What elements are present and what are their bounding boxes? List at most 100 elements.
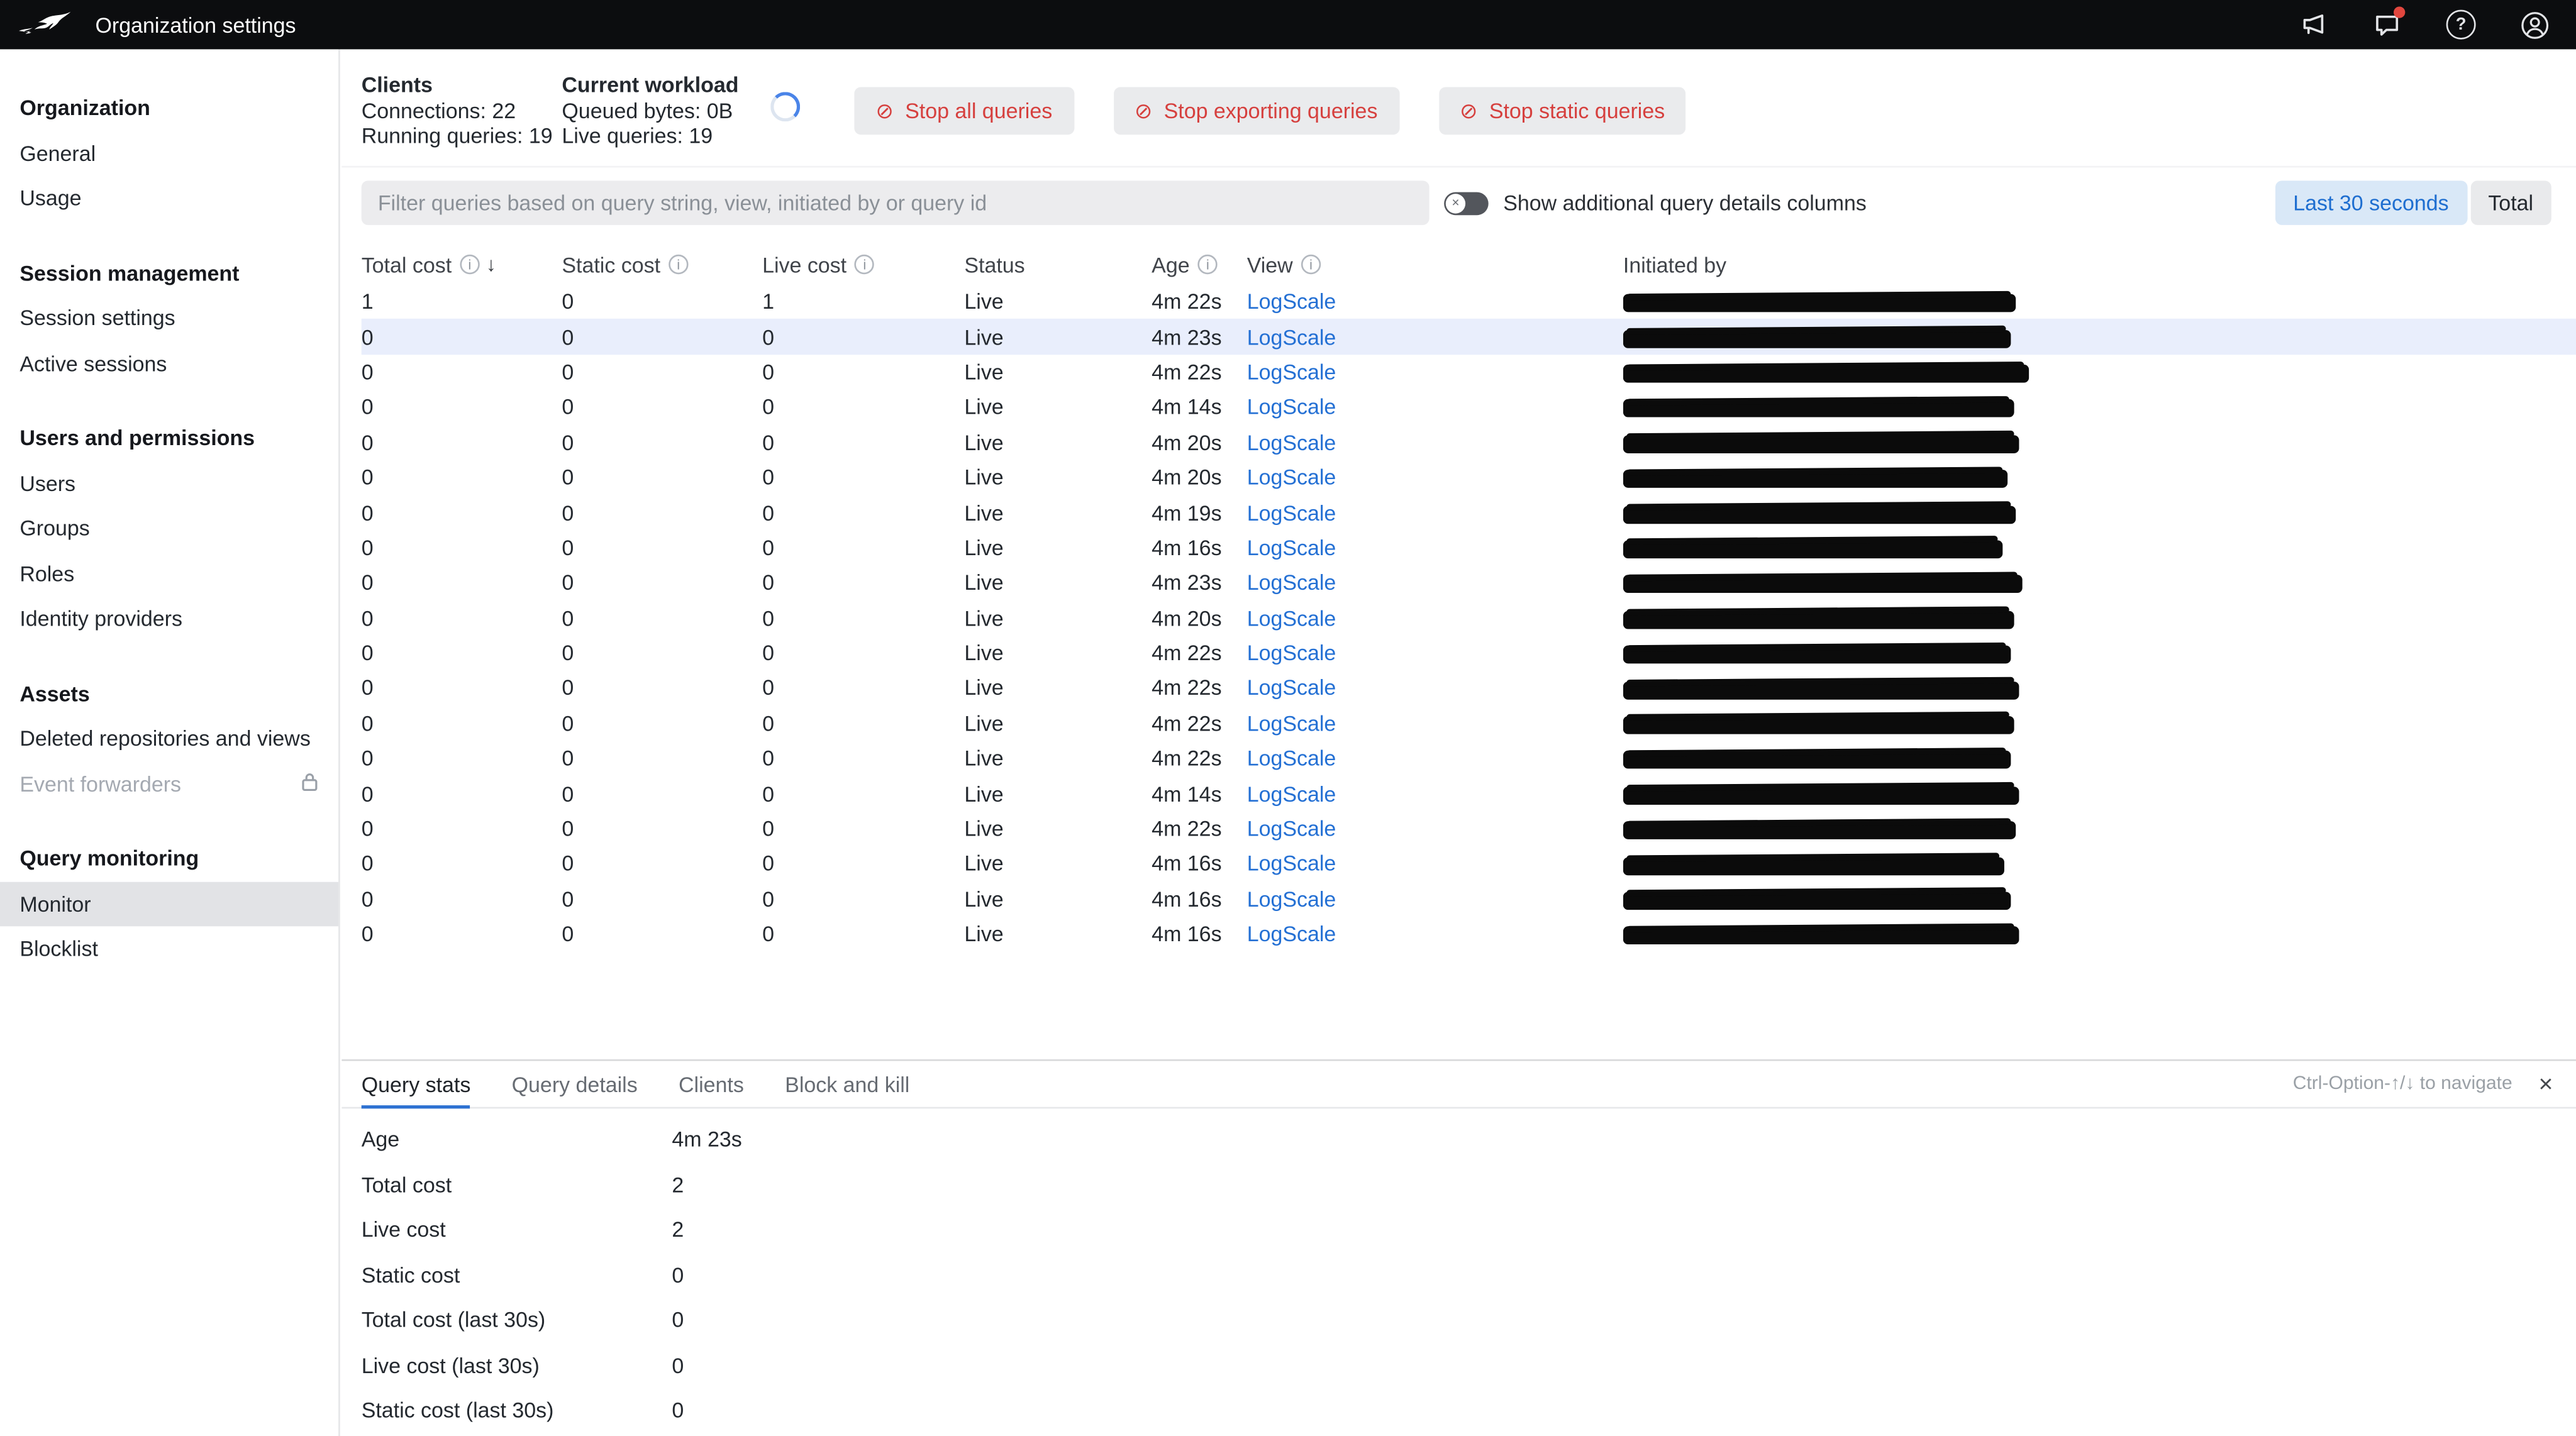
view-link[interactable]: LogScale — [1247, 500, 1336, 525]
crowdstrike-falcon-logo-icon[interactable] — [16, 8, 72, 41]
table-row[interactable]: 0 0 0 Live 4m 22s LogScale — [362, 811, 2576, 846]
query-controls: × Show additional query details columns … — [361, 180, 2551, 225]
sidebar-item-deleted-repositories[interactable]: Deleted repositories and views — [0, 716, 338, 761]
page-title: Organization settings — [95, 12, 296, 37]
view-link[interactable]: LogScale — [1247, 782, 1336, 806]
table-row[interactable]: 0 0 0 Live 4m 22s LogScale — [362, 671, 2576, 706]
view-link[interactable]: LogScale — [1247, 465, 1336, 490]
view-link[interactable]: LogScale — [1247, 535, 1336, 560]
tab-query-stats[interactable]: Query stats — [361, 1061, 472, 1109]
view-link[interactable]: LogScale — [1247, 289, 1336, 314]
stop-exporting-queries-button[interactable]: ⊘ Stop exporting queries — [1113, 87, 1399, 135]
table-row[interactable]: 0 0 0 Live 4m 22s LogScale — [362, 636, 2576, 671]
redacted-initiated-by — [1623, 821, 2016, 840]
view-link[interactable]: LogScale — [1247, 922, 1336, 946]
sidebar-item-active-sessions[interactable]: Active sessions — [0, 341, 338, 386]
query-table-body: 1 0 1 Live 4m 22s LogScale 0 0 0 Live 4m 23s LogSc… — [361, 284, 2576, 952]
view-link[interactable]: LogScale — [1247, 641, 1336, 665]
sidebar-section-users-permissions: Users and permissions — [19, 425, 255, 450]
view-link[interactable]: LogScale — [1247, 395, 1336, 419]
redacted-initiated-by — [1623, 786, 2019, 805]
col-header-static-cost[interactable]: Static cost i — [562, 252, 762, 277]
table-row[interactable]: 0 0 0 Live 4m 23s LogScale — [362, 565, 2576, 600]
query-filter-input[interactable] — [361, 180, 1430, 225]
stop-icon: ⊘ — [1460, 98, 1478, 123]
info-icon[interactable]: i — [1301, 254, 1321, 275]
info-icon[interactable]: i — [1197, 254, 1218, 275]
table-row[interactable]: 1 0 1 Live 4m 22s LogScale — [362, 284, 2576, 319]
view-link[interactable]: LogScale — [1247, 746, 1336, 771]
sidebar-section-assets: Assets — [19, 680, 90, 705]
close-icon[interactable]: × — [2539, 1071, 2553, 1096]
view-link[interactable]: LogScale — [1247, 676, 1336, 700]
sidebar-item-usage[interactable]: Usage — [0, 176, 338, 221]
table-row-selected[interactable]: 0 0 0 Live 4m 23s LogScale — [361, 319, 2576, 355]
announcements-megaphone-icon[interactable] — [2299, 10, 2328, 40]
table-row[interactable]: 0 0 0 Live 4m 20s LogScale — [362, 424, 2576, 460]
time-range-segmented-control: Last 30 seconds Total — [2275, 180, 2551, 225]
view-link[interactable]: LogScale — [1247, 851, 1336, 876]
sidebar-item-identity-providers[interactable]: Identity providers — [0, 596, 338, 641]
table-row[interactable]: 0 0 0 Live 4m 22s LogScale — [362, 355, 2576, 390]
help-icon[interactable]: ? — [2446, 9, 2476, 40]
queued-bytes: Queued bytes: 0B — [562, 97, 733, 123]
table-row[interactable]: 0 0 0 Live 4m 16s LogScale — [362, 530, 2576, 565]
clients-summary: Clients Connections: 22 Running queries:… — [362, 72, 562, 148]
redacted-initiated-by — [1623, 540, 2003, 559]
sidebar-item-general[interactable]: General — [0, 131, 338, 176]
table-row[interactable]: 0 0 0 Live 4m 20s LogScale — [362, 600, 2576, 636]
connections-count: Connections: 22 — [361, 97, 516, 123]
table-row[interactable]: 0 0 0 Live 4m 16s LogScale — [362, 881, 2576, 917]
redacted-initiated-by — [1623, 470, 2008, 489]
view-link[interactable]: LogScale — [1247, 360, 1336, 384]
view-link[interactable]: LogScale — [1247, 605, 1336, 630]
view-link[interactable]: LogScale — [1247, 886, 1336, 911]
sidebar-item-session-settings[interactable]: Session settings — [0, 295, 338, 341]
col-header-age[interactable]: Age i — [1152, 252, 1247, 277]
lock-icon — [301, 771, 319, 796]
view-link[interactable]: LogScale — [1247, 324, 1336, 349]
sidebar-item-users[interactable]: Users — [0, 461, 338, 506]
table-row[interactable]: 0 0 0 Live 4m 22s LogScale — [362, 705, 2576, 741]
sidebar-item-monitor[interactable]: Monitor — [0, 881, 339, 927]
view-link[interactable]: LogScale — [1247, 816, 1336, 841]
col-header-initiated-by[interactable]: Initiated by — [1623, 252, 2576, 277]
col-header-live-cost[interactable]: Live cost i — [762, 252, 964, 277]
tab-query-details[interactable]: Query details — [512, 1061, 638, 1107]
table-row[interactable]: 0 0 0 Live 4m 16s LogScale — [362, 846, 2576, 881]
stop-buttons-group: ⊘ Stop all queries ⊘ Stop exporting querie… — [854, 87, 1687, 135]
view-link[interactable]: LogScale — [1247, 430, 1336, 455]
table-row[interactable]: 0 0 0 Live 4m 14s LogScale — [362, 776, 2576, 811]
sidebar-item-roles[interactable]: Roles — [0, 551, 338, 596]
stop-icon: ⊘ — [1134, 98, 1153, 123]
stop-static-queries-button[interactable]: ⊘ Stop static queries — [1438, 87, 1687, 135]
col-header-total-cost[interactable]: Total cost i ↓ — [362, 252, 562, 277]
info-icon[interactable]: i — [855, 254, 875, 275]
view-link[interactable]: LogScale — [1247, 570, 1336, 595]
feedback-chat-icon[interactable] — [2372, 6, 2406, 40]
table-row[interactable]: 0 0 0 Live 4m 22s LogScale — [362, 741, 2576, 776]
redacted-initiated-by — [1623, 610, 2014, 629]
table-row[interactable]: 0 0 0 Live 4m 16s LogScale — [362, 917, 2576, 952]
sidebar-item-groups[interactable]: Groups — [0, 506, 338, 551]
user-avatar-icon[interactable] — [2520, 10, 2550, 40]
table-row[interactable]: 0 0 0 Live 4m 19s LogScale — [362, 495, 2576, 530]
tab-block-and-kill[interactable]: Block and kill — [785, 1061, 909, 1107]
table-row[interactable]: 0 0 0 Live 4m 14s LogScale — [362, 390, 2576, 425]
col-header-view[interactable]: View i — [1247, 252, 1623, 277]
tab-clients[interactable]: Clients — [679, 1061, 744, 1107]
info-icon[interactable]: i — [460, 254, 480, 275]
info-icon[interactable]: i — [669, 254, 689, 275]
col-header-status[interactable]: Status — [964, 252, 1152, 277]
redacted-initiated-by — [1623, 646, 2011, 664]
view-link[interactable]: LogScale — [1247, 711, 1336, 736]
redacted-initiated-by — [1623, 365, 2029, 383]
table-row[interactable]: 0 0 0 Live 4m 20s LogScale — [362, 460, 2576, 495]
sidebar-item-blocklist[interactable]: Blocklist — [0, 926, 338, 971]
stop-all-queries-button[interactable]: ⊘ Stop all queries — [854, 87, 1074, 135]
current-workload-summary: Current workload Queued bytes: 0B Live q… — [562, 72, 770, 148]
details-columns-toggle[interactable]: × — [1444, 191, 1489, 214]
last-30-seconds-button[interactable]: Last 30 seconds — [2275, 180, 2467, 225]
total-button[interactable]: Total — [2470, 180, 2551, 225]
redacted-initiated-by — [1623, 505, 2016, 524]
